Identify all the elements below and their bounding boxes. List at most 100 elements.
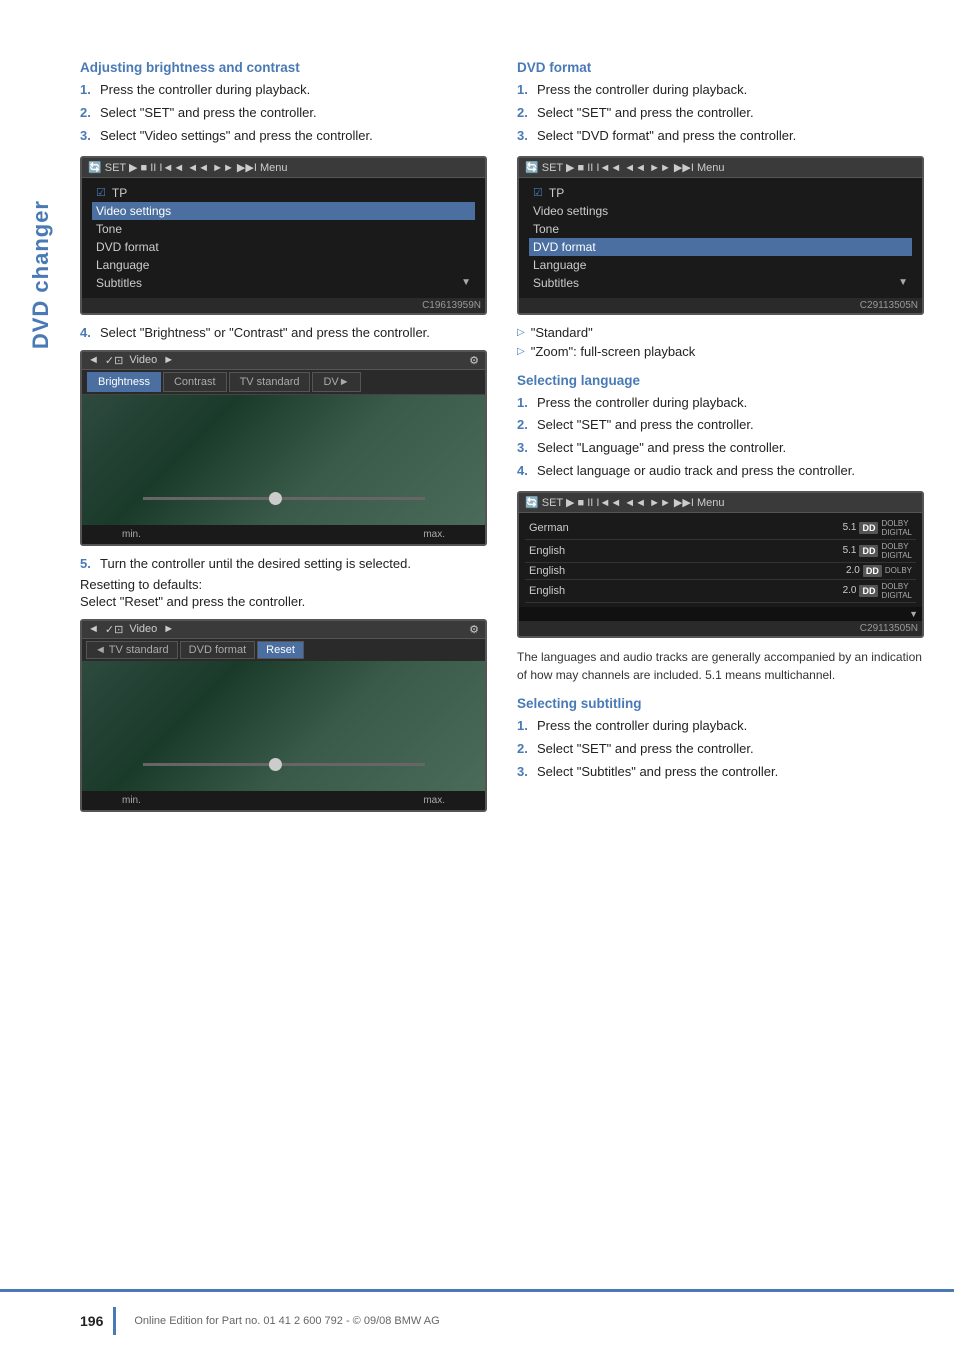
list-item: 2. Select "SET" and press the controller… — [517, 740, 924, 759]
menu-item-label: DVD format — [533, 240, 596, 254]
tab-reset[interactable]: Reset — [257, 641, 304, 659]
menu-item: Tone — [529, 220, 912, 238]
step-text: Select "SET" and press the controller. — [537, 104, 754, 123]
channel-count: 2.0 — [843, 585, 857, 596]
toolbar-title: Video — [129, 354, 157, 366]
toolbar-icon: ✓⊡ — [105, 623, 123, 636]
tab-contrast[interactable]: Contrast — [163, 372, 227, 392]
language-steps: 1. Press the controller during playback.… — [517, 394, 924, 481]
list-item: 2. Select "SET" and press the controller… — [80, 104, 487, 123]
menu-item-label: Video settings — [533, 204, 608, 218]
menu-item: Language — [92, 256, 475, 274]
menu-item-label: Subtitles — [533, 276, 579, 290]
screen-note: C19613959N — [82, 298, 485, 313]
menu-item-label: Tone — [533, 222, 559, 236]
brightness-slider-handle[interactable] — [269, 492, 282, 505]
arrow-text: "Zoom": full-screen playback — [531, 344, 696, 359]
step-text: Select "DVD format" and press the contro… — [537, 127, 796, 146]
toolbar-icon: ✓⊡ — [105, 354, 123, 367]
screen-toolbar-1: 🔄 SET ▶ ■ II I◄◄ ◄◄ ►► ▶▶I Menu — [82, 158, 485, 178]
step-text: Press the controller during playback. — [537, 81, 747, 100]
tab-brightness[interactable]: Brightness — [87, 372, 161, 392]
step-num: 3. — [80, 127, 94, 146]
toolbar-right-arrow: ► — [163, 623, 174, 635]
screen-toolbar-2: 🔄 SET ▶ ■ II I◄◄ ◄◄ ►► ▶▶I Menu — [519, 158, 922, 178]
lang-row: English 2.0 DD DOLBYDIGITAL — [525, 580, 916, 603]
step4-container: 4. Select "Brightness" or "Contrast" and… — [80, 325, 487, 340]
channel-count: 5.1 — [843, 545, 857, 556]
max-label: max. — [423, 529, 445, 540]
list-item: 2. Select "SET" and press the controller… — [517, 104, 924, 123]
subtitling-steps: 1. Press the controller during playback.… — [517, 717, 924, 782]
step-text: Press the controller during playback. — [100, 81, 310, 100]
step-num: 1. — [80, 81, 94, 100]
step-text: Press the controller during playback. — [537, 717, 747, 736]
arrow-text: "Standard" — [531, 325, 593, 340]
section-title-brightness: Adjusting brightness and contrast — [80, 60, 487, 75]
menu-item-label: Tone — [96, 222, 122, 236]
tab-dv[interactable]: DV► — [312, 372, 360, 392]
dolby-text: DOLBYDIGITAL — [881, 542, 912, 560]
list-item: 3. Select "Language" and press the contr… — [517, 439, 924, 458]
step-text: Select "SET" and press the controller. — [100, 104, 317, 123]
channel-count: 2.0 — [846, 565, 860, 576]
reset-slider-handle[interactable] — [269, 758, 282, 771]
list-item: 2. Select "SET" and press the controller… — [517, 416, 924, 435]
step-num: 2. — [517, 740, 531, 759]
menu-item: Subtitles ▼ — [529, 274, 912, 292]
dvd-format-steps: 1. Press the controller during playback.… — [517, 81, 924, 146]
lang-row: English 5.1 DD DOLBYDIGITAL — [525, 540, 916, 563]
menu-item-label: TP — [549, 186, 564, 200]
tab-tv-standard-reset[interactable]: ◄ TV standard — [86, 641, 178, 659]
toolbar-text: 🔄 SET ▶ ■ II I◄◄ ◄◄ ►► ▶▶I Menu — [525, 496, 724, 509]
tab-dvd-format-reset[interactable]: DVD format — [180, 641, 255, 659]
two-column-layout: Adjusting brightness and contrast 1. Pre… — [80, 60, 924, 822]
scroll-arrow: ▼ — [909, 609, 918, 619]
section-title-subtitling: Selecting subtitling — [517, 696, 924, 711]
lang-name: German — [529, 522, 569, 534]
sidebar-label: DVD changer — [28, 200, 58, 349]
tab-tv-standard[interactable]: TV standard — [229, 372, 311, 392]
menu-item: DVD format — [92, 238, 475, 256]
step-text: Select "SET" and press the controller. — [537, 740, 754, 759]
screen-dvd-format: 🔄 SET ▶ ■ II I◄◄ ◄◄ ►► ▶▶I Menu ☑ TP Vid… — [517, 156, 924, 315]
brightness-steps-list: 1. Press the controller during playback.… — [80, 81, 487, 146]
menu-item-label: Language — [533, 258, 586, 272]
lang-row: English 2.0 DD DOLBY — [525, 563, 916, 580]
footer-divider — [113, 1307, 116, 1335]
resetting-title: Resetting to defaults: — [80, 577, 487, 592]
menu-item: ☑ TP — [529, 184, 912, 202]
menu-item-label: TP — [112, 186, 127, 200]
menu-item-highlighted: DVD format — [529, 238, 912, 256]
lang-screen-footer: ▼ — [519, 607, 922, 621]
screen-note-2: C29113505N — [519, 298, 922, 313]
reset-toolbar: ◄ ✓⊡ Video ► ⚙ — [82, 621, 485, 639]
toolbar-text: 🔄 SET ▶ ■ II I◄◄ ◄◄ ►► ▶▶I Menu — [88, 161, 287, 174]
step-num: 2. — [517, 416, 531, 435]
language-note: The languages and audio tracks are gener… — [517, 648, 924, 684]
settings-icon: ⚙ — [469, 354, 479, 367]
dolby-text: DOLBYDIGITAL — [881, 519, 912, 537]
menu-item-label: Video settings — [96, 204, 171, 218]
dolby-badge: DD — [859, 522, 878, 534]
screen-body-2: ☑ TP Video settings Tone DVD format — [519, 178, 922, 298]
toolbar-left-arrow: ◄ — [88, 354, 99, 366]
dolby-badge: DD — [859, 585, 878, 597]
step5: 5. Turn the controller until the desired… — [80, 556, 487, 571]
video-toolbar: ◄ ✓⊡ Video ► ⚙ — [82, 352, 485, 370]
dolby-text: DOLBY — [885, 566, 912, 575]
menu-item-highlighted: Video settings — [92, 202, 475, 220]
video-tabs: Brightness Contrast TV standard DV► — [82, 370, 485, 395]
step-text: Press the controller during playback. — [537, 394, 747, 413]
list-item: 3. Select "DVD format" and press the con… — [517, 127, 924, 146]
list-item: 1. Press the controller during playback. — [517, 717, 924, 736]
check-icon: ☑ — [533, 186, 543, 199]
list-item: 3. Select "Subtitles" and press the cont… — [517, 763, 924, 782]
scroll-arrow: ▼ — [461, 277, 471, 288]
menu-item-label: Subtitles — [96, 276, 142, 290]
toolbar-right-arrow: ► — [163, 354, 174, 366]
brightness-slider-track — [142, 497, 424, 500]
channel-count: 5.1 — [843, 522, 857, 533]
dvd-format-options: ▷ "Standard" ▷ "Zoom": full-screen playb… — [517, 325, 924, 359]
min-max-labels: min. max. — [82, 525, 485, 544]
